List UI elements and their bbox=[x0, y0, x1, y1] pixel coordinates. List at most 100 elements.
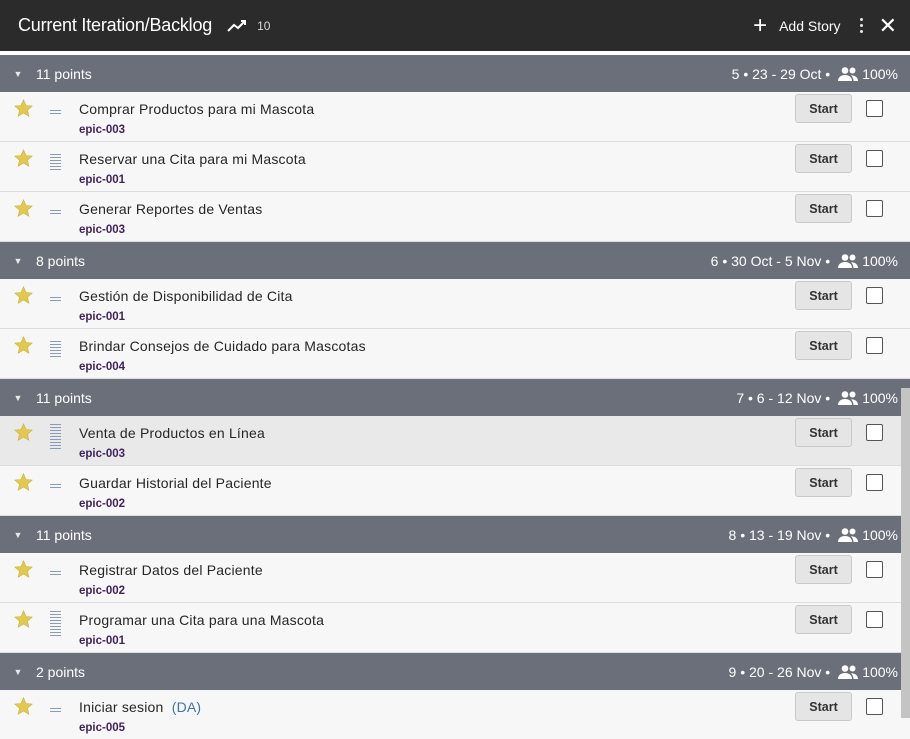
story-row[interactable]: Iniciar sesion (DA) epic-005 Start bbox=[0, 690, 910, 739]
start-button[interactable]: Start bbox=[795, 194, 852, 223]
people-icon bbox=[837, 390, 859, 406]
story-row[interactable]: Guardar Historial del Paciente epic-002 St… bbox=[0, 466, 910, 516]
iteration-points: 11 points bbox=[36, 389, 92, 406]
story-type-icon bbox=[50, 110, 61, 116]
select-checkbox[interactable] bbox=[866, 611, 883, 628]
start-button[interactable]: Start bbox=[795, 144, 852, 173]
story-row[interactable]: Programar una Cita para una Mascota epic-… bbox=[0, 603, 910, 653]
epic-label[interactable]: epic-002 bbox=[79, 498, 125, 510]
iteration-header[interactable]: ▼ 11 points 8 • 13 - 19 Nov • 100% bbox=[0, 516, 910, 553]
plus-icon: + bbox=[753, 11, 768, 39]
iteration-percent: 100% bbox=[862, 663, 898, 680]
epic-label[interactable]: epic-002 bbox=[79, 585, 125, 597]
iteration-header[interactable]: ▼ 8 points 6 • 30 Oct - 5 Nov • 100% bbox=[0, 242, 910, 279]
star-icon[interactable] bbox=[13, 696, 34, 717]
start-button[interactable]: Start bbox=[795, 281, 852, 310]
select-checkbox[interactable] bbox=[866, 100, 883, 117]
trend-icon bbox=[227, 18, 247, 34]
start-button[interactable]: Start bbox=[795, 94, 852, 123]
add-story-button[interactable]: + Add Story bbox=[753, 11, 841, 39]
close-icon[interactable]: ✕ bbox=[879, 14, 897, 36]
story-type-icon bbox=[50, 154, 61, 172]
story-name[interactable]: Gestión de Disponibilidad de Cita bbox=[79, 288, 293, 304]
star-icon[interactable] bbox=[13, 148, 34, 169]
star-icon[interactable] bbox=[13, 422, 34, 443]
story-row[interactable]: Comprar Productos para mi Mascota epic-00… bbox=[0, 92, 910, 142]
story-name[interactable]: Programar una Cita para una Mascota bbox=[79, 612, 324, 628]
story-name[interactable]: Generar Reportes de Ventas bbox=[79, 201, 262, 217]
scrollbar[interactable] bbox=[901, 388, 910, 718]
iteration-dates: 9 • 20 - 26 Nov • bbox=[728, 663, 831, 680]
star-icon[interactable] bbox=[13, 285, 34, 306]
iteration-dates: 5 • 23 - 29 Oct • bbox=[731, 65, 831, 82]
people-icon bbox=[837, 66, 859, 82]
start-button[interactable]: Start bbox=[795, 468, 852, 497]
story-type-icon bbox=[50, 297, 61, 303]
epic-label[interactable]: epic-003 bbox=[79, 224, 125, 236]
iteration-dates: 8 • 13 - 19 Nov • bbox=[728, 526, 831, 543]
story-name[interactable]: Brindar Consejos de Cuidado para Mascota… bbox=[79, 338, 366, 354]
people-icon bbox=[837, 527, 859, 543]
story-row[interactable]: Reservar una Cita para mi Mascota epic-00… bbox=[0, 142, 910, 192]
iteration-header[interactable]: ▼ 11 points 5 • 23 - 29 Oct • 100% bbox=[0, 55, 910, 92]
star-icon[interactable] bbox=[13, 335, 34, 356]
story-type-icon bbox=[50, 423, 61, 451]
story-name[interactable]: Reservar una Cita para mi Mascota bbox=[79, 151, 306, 167]
epic-label[interactable]: epic-001 bbox=[79, 174, 125, 186]
start-button[interactable]: Start bbox=[795, 331, 852, 360]
select-checkbox[interactable] bbox=[866, 698, 883, 715]
star-icon[interactable] bbox=[13, 559, 34, 580]
story-name[interactable]: Venta de Productos en Línea bbox=[79, 425, 265, 441]
story-name[interactable]: Iniciar sesion (DA) bbox=[79, 699, 201, 715]
epic-label[interactable]: epic-003 bbox=[79, 448, 125, 460]
collapse-caret-icon[interactable]: ▼ bbox=[0, 530, 36, 540]
iteration-points: 11 points bbox=[36, 526, 92, 543]
story-name[interactable]: Guardar Historial del Paciente bbox=[79, 475, 272, 491]
iteration-points: 11 points bbox=[36, 65, 92, 82]
people-icon bbox=[837, 664, 859, 680]
select-checkbox[interactable] bbox=[866, 561, 883, 578]
iteration-dates: 6 • 30 Oct - 5 Nov • bbox=[710, 252, 831, 269]
story-name[interactable]: Registrar Datos del Paciente bbox=[79, 562, 263, 578]
collapse-caret-icon[interactable]: ▼ bbox=[0, 256, 36, 266]
select-checkbox[interactable] bbox=[866, 424, 883, 441]
epic-label[interactable]: epic-004 bbox=[79, 361, 125, 373]
iteration-header[interactable]: ▼ 11 points 7 • 6 - 12 Nov • 100% bbox=[0, 379, 910, 416]
epic-label[interactable]: epic-001 bbox=[79, 635, 125, 647]
select-checkbox[interactable] bbox=[866, 200, 883, 217]
story-row[interactable]: Registrar Datos del Paciente epic-002 Star… bbox=[0, 553, 910, 603]
kebab-menu-icon[interactable] bbox=[853, 18, 871, 33]
star-icon[interactable] bbox=[13, 609, 34, 630]
story-row[interactable]: Gestión de Disponibilidad de Cita epic-00… bbox=[0, 279, 910, 329]
select-checkbox[interactable] bbox=[866, 337, 883, 354]
start-button[interactable]: Start bbox=[795, 692, 852, 721]
epic-label[interactable]: epic-003 bbox=[79, 124, 125, 136]
story-row[interactable]: Brindar Consejos de Cuidado para Mascota… bbox=[0, 329, 910, 379]
iteration-points: 8 points bbox=[36, 252, 86, 269]
iteration-points: 2 points bbox=[36, 663, 86, 680]
star-icon[interactable] bbox=[13, 98, 34, 119]
select-checkbox[interactable] bbox=[866, 287, 883, 304]
start-button[interactable]: Start bbox=[795, 555, 852, 584]
start-button[interactable]: Start bbox=[795, 605, 852, 634]
story-name[interactable]: Comprar Productos para mi Mascota bbox=[79, 101, 314, 117]
story-row[interactable]: Generar Reportes de Ventas epic-003 Start bbox=[0, 192, 910, 242]
iteration-percent: 100% bbox=[862, 65, 898, 82]
panel-title: Current Iteration/Backlog bbox=[18, 15, 213, 35]
star-icon[interactable] bbox=[13, 472, 34, 493]
story-label[interactable]: (DA) bbox=[172, 699, 202, 715]
iteration-header[interactable]: ▼ 2 points 9 • 20 - 26 Nov • 100% bbox=[0, 653, 910, 690]
start-button[interactable]: Start bbox=[795, 418, 852, 447]
epic-label[interactable]: epic-001 bbox=[79, 311, 125, 323]
collapse-caret-icon[interactable]: ▼ bbox=[0, 69, 36, 79]
star-icon[interactable] bbox=[13, 198, 34, 219]
select-checkbox[interactable] bbox=[866, 474, 883, 491]
add-story-label: Add Story bbox=[779, 17, 841, 34]
iteration-percent: 100% bbox=[862, 252, 898, 269]
collapse-caret-icon[interactable]: ▼ bbox=[0, 393, 36, 403]
epic-label[interactable]: epic-005 bbox=[79, 722, 125, 734]
collapse-caret-icon[interactable]: ▼ bbox=[0, 667, 36, 677]
story-row[interactable]: Venta de Productos en Línea epic-003 Start bbox=[0, 416, 910, 466]
select-checkbox[interactable] bbox=[866, 150, 883, 167]
story-type-icon bbox=[50, 708, 61, 714]
